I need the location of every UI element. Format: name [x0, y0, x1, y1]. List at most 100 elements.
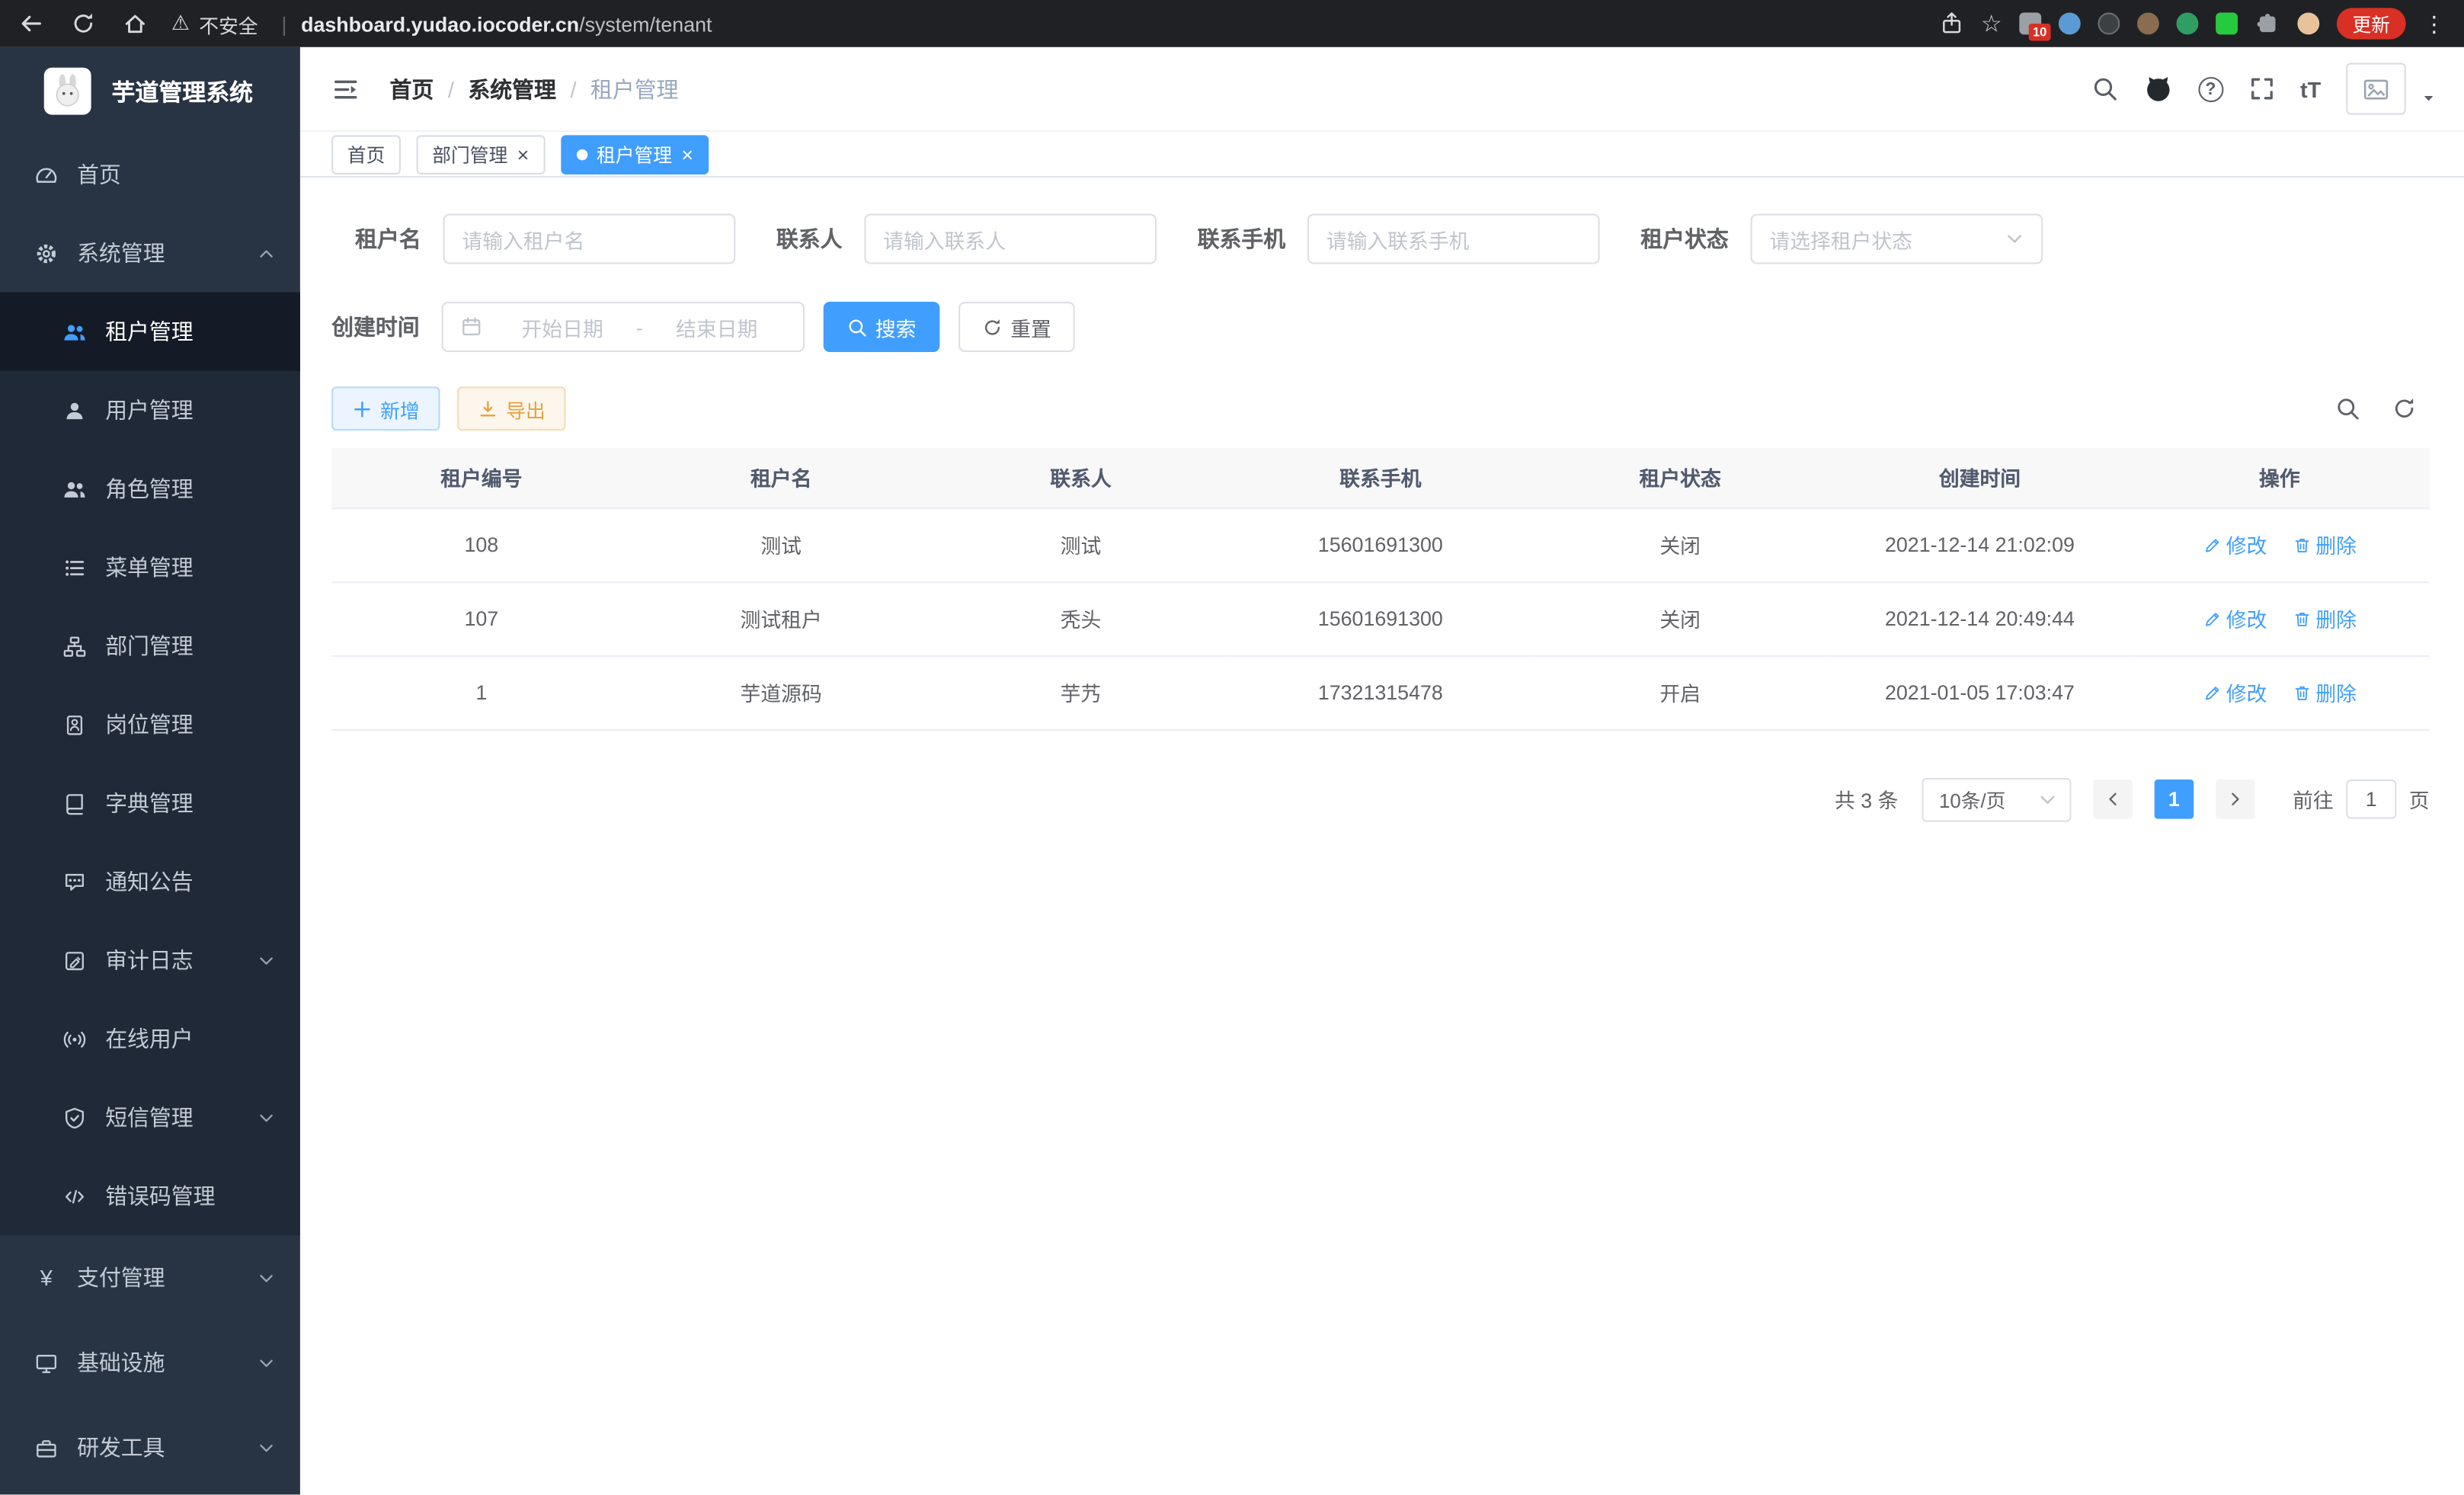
font-size-icon[interactable]: tT — [2300, 76, 2321, 101]
sidebar-item-sms-management[interactable]: 短信管理 — [0, 1078, 300, 1157]
bookmark-star-icon[interactable]: ☆ — [1981, 9, 2002, 37]
tenant-name-input[interactable]: 请输入租户名 — [443, 214, 736, 264]
prev-page-button[interactable] — [2093, 780, 2133, 819]
reload-icon[interactable] — [71, 11, 96, 36]
sidebar-item-post-management[interactable]: 岗位管理 — [0, 685, 300, 764]
breadcrumb-system[interactable]: 系统管理 — [468, 73, 556, 104]
close-icon[interactable]: × — [681, 144, 693, 165]
export-button[interactable]: 导出 — [457, 386, 565, 431]
warning-icon: ⚠ — [171, 11, 190, 36]
sidebar-item-role-management[interactable]: 角色管理 — [0, 450, 300, 528]
extension-icon-4[interactable] — [2137, 13, 2159, 35]
cell-tenant-name: 芋道源码 — [632, 655, 931, 729]
tab-home[interactable]: 首页 — [331, 134, 401, 174]
sidebar-item-online-users[interactable]: 在线用户 — [0, 1000, 300, 1078]
extension-icon-6[interactable] — [2216, 13, 2238, 35]
add-button[interactable]: 新增 — [331, 386, 440, 431]
search-button[interactable]: 搜索 — [824, 302, 940, 352]
sidebar-item-label: 在线用户 — [105, 1023, 194, 1055]
status-select[interactable]: 请选择租户状态 — [1751, 214, 2043, 264]
cell-status: 关闭 — [1530, 507, 1829, 581]
main-area: 首页 / 系统管理 / 租户管理 ? tT — [300, 47, 2464, 1495]
delete-link[interactable]: 删除 — [2292, 530, 2357, 559]
id-badge-icon — [63, 712, 87, 736]
chevron-down-icon — [2005, 229, 2024, 248]
close-icon[interactable]: × — [517, 144, 530, 165]
sidebar-group-infrastructure[interactable]: 基础设施 — [0, 1321, 300, 1405]
refresh-table-icon[interactable] — [2392, 396, 2417, 421]
edit-link[interactable]: 修改 — [2203, 677, 2267, 707]
sidebar-item-menu-management[interactable]: 菜单管理 — [0, 528, 300, 607]
update-button[interactable]: 更新 — [2337, 8, 2406, 39]
sidebar-item-home[interactable]: 首页 — [0, 135, 300, 213]
contact-label: 联系人 — [776, 223, 843, 255]
delete-link[interactable]: 删除 — [2292, 603, 2357, 633]
reset-button[interactable]: 重置 — [958, 302, 1075, 352]
sidebar-group-system[interactable]: 系统管理 — [0, 214, 300, 293]
create-time-label: 创建时间 — [331, 311, 420, 342]
tab-tenant-management[interactable]: 租户管理 × — [561, 134, 709, 174]
tab-dept-management[interactable]: 部门管理 × — [417, 134, 545, 174]
fullscreen-icon[interactable] — [2248, 75, 2275, 102]
profile-avatar[interactable] — [2297, 13, 2319, 35]
sidebar-item-user-management[interactable]: 用户管理 — [0, 371, 300, 450]
app-logo-image — [44, 68, 91, 115]
user-avatar[interactable] — [2346, 63, 2405, 115]
sidebar-item-dict-management[interactable]: 字典管理 — [0, 764, 300, 842]
goto-page-input[interactable] — [2346, 780, 2396, 819]
create-time-range-input[interactable]: 开始日期 - 结束日期 — [442, 302, 805, 352]
sidebar-group-devtools[interactable]: 研发工具 — [0, 1405, 300, 1490]
extension-icon-2[interactable] — [2059, 13, 2081, 35]
browser-menu-icon[interactable]: ⋮ — [2423, 10, 2445, 37]
page-number-button[interactable]: 1 — [2155, 780, 2194, 819]
home-icon[interactable] — [123, 11, 148, 36]
trash-icon — [2292, 535, 2311, 554]
cell-created: 2021-12-14 21:02:09 — [1830, 507, 2130, 581]
back-icon[interactable] — [19, 11, 44, 36]
tenant-name-label: 租户名 — [355, 223, 421, 255]
phone-input[interactable]: 请输入联系手机 — [1307, 214, 1600, 264]
site-security[interactable]: ⚠ 不安全 | — [171, 8, 301, 38]
sidebar-toggle-icon[interactable] — [331, 75, 360, 103]
breadcrumb-home[interactable]: 首页 — [390, 73, 434, 104]
extension-icon-5[interactable] — [2177, 13, 2199, 35]
delete-link[interactable]: 删除 — [2292, 677, 2357, 707]
edit-link[interactable]: 修改 — [2203, 603, 2267, 633]
edit-link[interactable]: 修改 — [2203, 530, 2267, 559]
column-header: 创建时间 — [1830, 448, 2130, 507]
contact-input[interactable]: 请输入联系人 — [864, 214, 1157, 264]
tenant-table: 租户编号 租户名 联系人 联系手机 租户状态 创建时间 操作 108 测试 — [331, 448, 2429, 730]
sidebar-group-payment[interactable]: ¥ 支付管理 — [0, 1235, 300, 1320]
chevron-down-icon — [258, 952, 275, 969]
browser-nav — [19, 11, 148, 36]
sidebar-item-dept-management[interactable]: 部门管理 — [0, 607, 300, 685]
avatar-caret-icon[interactable] — [2421, 91, 2436, 106]
sidebar-item-tenant-management[interactable]: 租户管理 — [0, 293, 300, 371]
filter-row-2: 创建时间 开始日期 - 结束日期 搜索 重置 — [331, 302, 2429, 352]
sidebar-item-error-code[interactable]: 错误码管理 — [0, 1157, 300, 1235]
filter-contact: 联系人 请输入联系人 — [776, 214, 1157, 264]
cell-contact: 测试 — [931, 507, 1230, 581]
search-icon[interactable] — [2091, 75, 2118, 102]
sidebar-item-label: 用户管理 — [105, 395, 194, 426]
sidebar-item-audit-log[interactable]: 审计日志 — [0, 921, 300, 1000]
share-icon[interactable] — [1938, 11, 1963, 36]
next-page-button[interactable] — [2216, 780, 2255, 819]
trash-icon — [2292, 683, 2311, 702]
filter-row-1: 租户名 请输入租户名 联系人 请输入联系人 联系手机 — [331, 214, 2429, 264]
sidebar-item-notice[interactable]: 通知公告 — [0, 843, 300, 921]
edit-icon — [2203, 683, 2222, 702]
roles-icon — [63, 477, 87, 501]
table-row: 1 芋道源码 芋艿 17321315478 开启 2021-01-05 17:0… — [331, 655, 2429, 729]
cell-tenant-name: 测试 — [632, 507, 931, 581]
help-icon[interactable]: ? — [2198, 76, 2223, 101]
page-size-select[interactable]: 10条/页 — [1922, 777, 2071, 821]
extension-icon-1[interactable]: 10 — [2019, 13, 2041, 35]
extension-icon-3[interactable] — [2098, 13, 2120, 35]
puzzle-icon[interactable] — [2255, 11, 2280, 36]
hide-search-icon[interactable] — [2335, 396, 2360, 421]
sidebar-item-label: 短信管理 — [105, 1102, 194, 1133]
github-icon[interactable] — [2143, 74, 2173, 104]
trash-icon — [2292, 609, 2311, 628]
address-bar[interactable]: dashboard.yudao.iocoder.cn/system/tenant — [301, 11, 1938, 35]
